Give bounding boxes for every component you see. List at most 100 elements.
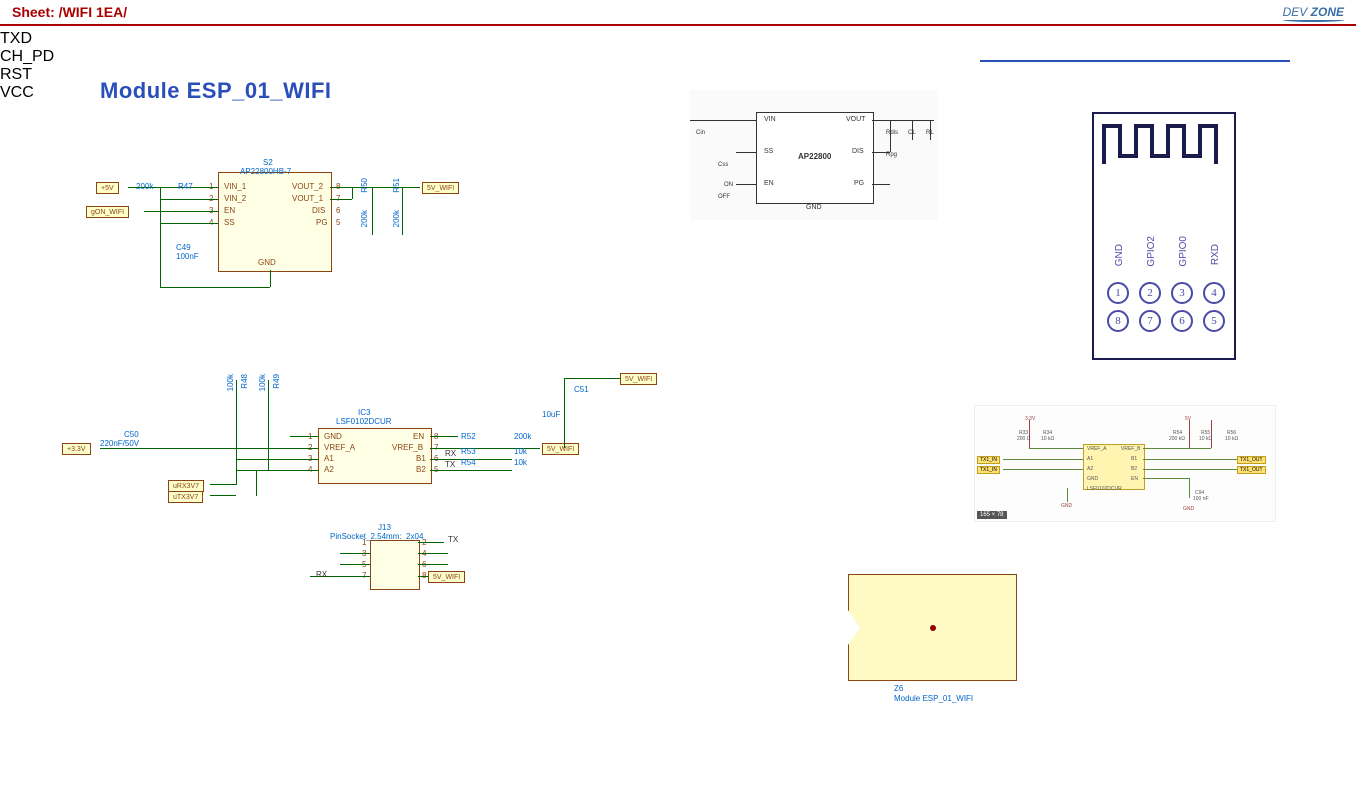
- esp-gnd: GND: [1114, 244, 1125, 266]
- ap-ss: SS: [764, 148, 773, 155]
- th-b1: B1: [1131, 456, 1137, 462]
- c50v: 220nF/50V: [100, 439, 139, 448]
- wire: [160, 287, 270, 288]
- th-r34v: 10 kΩ: [1041, 436, 1054, 442]
- wire: [340, 553, 370, 554]
- esp-pin5: 5: [1203, 310, 1225, 332]
- esp-rst: RST: [0, 66, 1356, 84]
- r49: R49: [272, 374, 281, 389]
- ap-wire: [912, 120, 913, 140]
- wire: [330, 187, 420, 188]
- ap-wire: [872, 120, 934, 121]
- j13-tx: TX: [448, 535, 458, 544]
- sig-tx: TX: [445, 460, 455, 469]
- ap-wire: [872, 152, 890, 153]
- th-part: LSF0102DCUR: [1087, 486, 1122, 492]
- th-txo1: TX1_OUT: [1237, 456, 1266, 464]
- s2-ref: S2: [263, 158, 273, 167]
- wire: [402, 187, 403, 235]
- wire: [418, 553, 448, 554]
- sheet-symbol-z6: [848, 574, 1017, 681]
- flag-33v: +3.3V: [62, 443, 91, 455]
- schematic-canvas: S2 AP22800HB-7 VIN_1 VIN_2 EN SS 1 2 3 4…: [0, 30, 1356, 802]
- th-r56v: 10 kΩ: [1225, 436, 1238, 442]
- s2-pin-vin1: VIN_1: [224, 182, 246, 191]
- wire: [268, 380, 269, 470]
- wire: [270, 270, 271, 287]
- s2-n6: 6: [336, 206, 340, 215]
- esp-vcc: VCC: [0, 84, 1356, 102]
- flag-5v: +5V: [96, 182, 119, 194]
- wire: [144, 211, 218, 212]
- ic3-part: LSF0102DCUR: [336, 417, 392, 426]
- c50: C50: [124, 430, 139, 439]
- wire: [160, 199, 218, 200]
- s2-pin-dis: DIS: [312, 206, 325, 215]
- ap-css: Css: [718, 162, 728, 168]
- th-a2: A2: [1087, 466, 1093, 472]
- ic3-a2: A2: [324, 465, 334, 474]
- j13-rx: RX: [316, 570, 327, 579]
- wire: [210, 495, 236, 496]
- wire: [210, 484, 236, 485]
- wire: [340, 564, 370, 565]
- wire: [256, 470, 257, 496]
- ic3-b1: B1: [416, 454, 426, 463]
- z6-name: Module ESP_01_WIFI: [894, 694, 973, 703]
- lsf-appnote: LSF0102DCUR VREF_A A1 A2 GND VREF_B B1 B…: [974, 405, 1276, 522]
- wire: [564, 378, 565, 448]
- ic3-vrefa: VREF_A: [324, 443, 355, 452]
- th-vrefb: VREF_B: [1121, 446, 1140, 452]
- th-vrefa: VREF_A: [1087, 446, 1106, 452]
- j13-ref: J13: [378, 523, 391, 532]
- s2-n5: 5: [336, 218, 340, 227]
- wire: [236, 459, 318, 460]
- ap-wire: [930, 120, 931, 140]
- r51: R51: [392, 178, 401, 193]
- s2-pin-pg: PG: [316, 218, 328, 227]
- wire: [330, 199, 352, 200]
- c51v: 10uF: [542, 410, 560, 419]
- wire: [430, 436, 458, 437]
- flag-j13-5vw: 5V_WIFI: [428, 571, 465, 583]
- wire: [290, 436, 318, 437]
- r54: R54: [461, 458, 476, 467]
- ap-gnd: GND: [806, 204, 822, 211]
- ap-pg: PG: [854, 180, 864, 187]
- th-gnd-sym-r: GND: [1183, 506, 1194, 512]
- th-r54v: 200 kΩ: [1169, 436, 1185, 442]
- s2-part: AP22800HB-7: [240, 167, 291, 176]
- ap-wire: [690, 120, 756, 121]
- wire: [236, 470, 318, 471]
- ap-vout: VOUT: [846, 116, 865, 123]
- th-gnd-l: GND: [1087, 476, 1098, 482]
- ap-wire: [872, 184, 890, 185]
- r53v: 10k: [514, 447, 527, 456]
- j13-body: [370, 540, 420, 590]
- wire: [100, 448, 318, 449]
- s2-gnd: GND: [258, 258, 276, 267]
- ap-wire: [736, 184, 756, 185]
- th-txi1: TX1_IN: [977, 456, 1000, 464]
- wire: [418, 576, 428, 577]
- esp-gpio0: GPIO0: [1178, 236, 1189, 267]
- esp-pin1: 1: [1107, 282, 1129, 304]
- c49: C49: [176, 243, 191, 252]
- r51v: 200k: [392, 210, 401, 227]
- ap-part: AP22800: [798, 152, 831, 161]
- th-b2: B2: [1131, 466, 1137, 472]
- devzone-logo: DEV ZONE: [1283, 5, 1344, 19]
- wire: [236, 380, 237, 459]
- th-cv: 100 nF: [1193, 496, 1209, 502]
- r53: R53: [461, 447, 476, 456]
- wire: [236, 459, 237, 485]
- esp-txd: TXD: [0, 30, 1356, 48]
- ap-vin: VIN: [764, 116, 776, 123]
- r54v: 10k: [514, 458, 527, 467]
- c51: C51: [574, 385, 589, 394]
- esp-chpd: CH_PD: [0, 48, 1356, 66]
- ap-rdis: Rdis: [886, 130, 898, 136]
- th-gnd-sym-l: GND: [1061, 503, 1072, 509]
- ap22800-appnote: VIN SS EN VOUT DIS PG GND AP22800 Cin Cs…: [690, 90, 938, 220]
- esp-pin4: 4: [1203, 282, 1225, 304]
